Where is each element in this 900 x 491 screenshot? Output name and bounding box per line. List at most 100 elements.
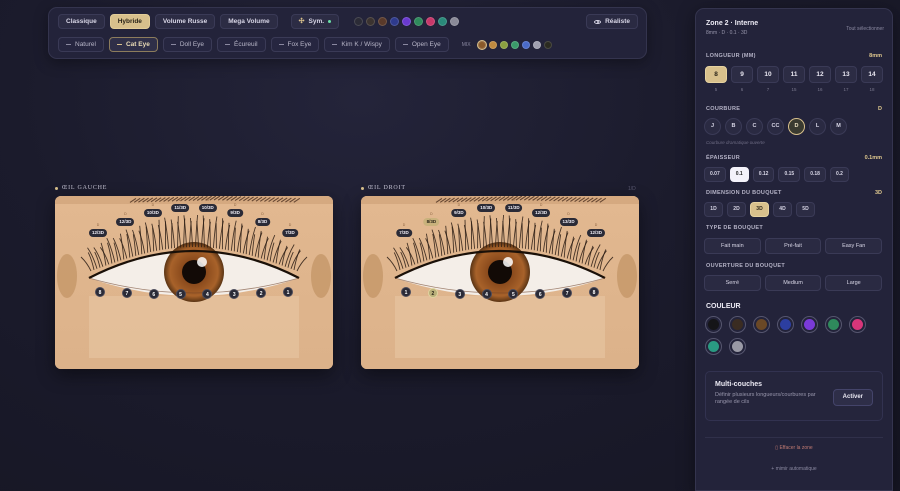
zone-marker-7[interactable]: 7 <box>121 287 132 298</box>
curl-option-m[interactable]: M <box>830 118 847 135</box>
erase-zone-button[interactable]: ▯ Effacer la zone <box>696 445 892 451</box>
lash-zone-tag[interactable]: 12/3D <box>88 229 108 237</box>
thickness-option[interactable]: 0.15 <box>778 167 801 182</box>
mix-color-swatch[interactable] <box>477 40 486 49</box>
color-swatch[interactable] <box>729 316 746 333</box>
length-option-9[interactable]: 9 <box>731 66 753 83</box>
color-swatch[interactable] <box>849 316 866 333</box>
style-color-swatch[interactable] <box>438 17 448 26</box>
length-option-12[interactable]: 12 <box>809 66 831 83</box>
thickness-option[interactable]: 0.1 <box>729 167 749 182</box>
dimension-option-4d[interactable]: 4D <box>773 202 792 217</box>
bouquet-opening-option[interactable]: Medium <box>764 275 822 291</box>
length-option-13[interactable]: 13 <box>835 66 857 83</box>
color-swatch[interactable] <box>777 316 794 333</box>
mix-color-swatch[interactable] <box>499 40 508 49</box>
lash-zone-tag[interactable]: 12/3D <box>586 229 606 237</box>
lash-zone-tag[interactable]: 11/3D <box>171 203 190 212</box>
style-color-swatch[interactable] <box>414 17 424 26</box>
lash-zone-tag[interactable]: 7/3D <box>282 229 298 237</box>
length-sub-option[interactable]: 16 <box>809 87 831 92</box>
zone-marker-5[interactable]: 5 <box>508 288 519 299</box>
dimension-option-3d[interactable]: 3D <box>750 202 769 217</box>
lash-zone-tag[interactable]: 11/3D <box>504 203 523 212</box>
lash-zone-tag[interactable]: 9/3D <box>451 208 467 217</box>
bouquet-opening-option[interactable]: Large <box>825 275 883 291</box>
lash-zone-tag[interactable]: 7/3D <box>396 229 412 237</box>
length-sub-option[interactable]: 7 <box>757 87 779 92</box>
select-all-link[interactable]: Tout sélectionner <box>846 26 884 32</box>
thickness-option[interactable]: 0.2 <box>829 167 849 182</box>
bouquet-type-option[interactable]: Pré-fait <box>764 238 822 254</box>
curl-option-j[interactable]: J <box>704 118 721 135</box>
style-color-swatch[interactable] <box>390 17 400 26</box>
length-sub-option[interactable]: 15 <box>783 87 805 92</box>
dimension-option-1d[interactable]: 1D <box>704 202 723 217</box>
style-color-swatch[interactable] <box>450 17 460 26</box>
zone-marker-8[interactable]: 8 <box>95 287 105 297</box>
shape-naturel-button[interactable]: Naturel <box>58 37 104 52</box>
zone-marker-1[interactable]: 1 <box>401 287 411 297</box>
zone-marker-4[interactable]: 4 <box>202 288 213 299</box>
dimension-option-2d[interactable]: 2D <box>727 202 746 217</box>
length-sub-option[interactable]: 6 <box>731 87 753 92</box>
lash-zone-tag[interactable]: 13/3D <box>559 217 578 226</box>
lash-zone-tag[interactable]: 9/3D <box>227 208 243 217</box>
zone-marker-3[interactable]: 3 <box>229 288 240 299</box>
length-sub-option[interactable]: 18 <box>861 87 883 92</box>
lash-zone-tag[interactable]: 10/3D <box>198 203 217 212</box>
realiste-toggle[interactable]: Réaliste <box>586 14 638 29</box>
zone-marker-6[interactable]: 6 <box>148 288 159 299</box>
curl-option-l[interactable]: L <box>809 118 826 135</box>
mix-color-swatch[interactable] <box>532 40 541 49</box>
lash-zone-tag[interactable]: 12/3D <box>532 208 551 217</box>
lash-zone-tag[interactable]: 12/3D <box>116 217 135 226</box>
dimension-option-5d[interactable]: 5D <box>796 202 815 217</box>
style-hybride-button[interactable]: Hybride <box>109 14 150 29</box>
length-sub-option[interactable]: 17 <box>835 87 857 92</box>
lash-zone-tag[interactable]: 10/3D <box>477 203 496 212</box>
shape-open-eye-button[interactable]: Open Eye <box>394 37 449 52</box>
style-volume-russe-button[interactable]: Volume Russe <box>154 14 216 29</box>
length-sub-option[interactable]: 5 <box>705 87 727 92</box>
style-classique-button[interactable]: Classique <box>58 14 105 29</box>
curl-option-cc[interactable]: CC <box>767 118 784 135</box>
color-swatch[interactable] <box>705 316 722 333</box>
mix-color-swatch[interactable] <box>488 40 497 49</box>
bouquet-type-option[interactable]: Fait main <box>704 238 761 254</box>
color-swatch[interactable] <box>729 338 746 355</box>
color-swatch[interactable] <box>753 316 770 333</box>
color-swatch[interactable] <box>825 316 842 333</box>
zone-marker-3[interactable]: 3 <box>454 288 465 299</box>
length-option-11[interactable]: 11 <box>783 66 805 83</box>
shape-ecureuil-button[interactable]: Écureuil <box>217 37 266 52</box>
shape-fox-eye-button[interactable]: Fox Eye <box>270 37 320 52</box>
right-eye-canvas[interactable]: D 7/3D D 8/3D D 9/3D D 10/3D D 11/3D D 12/3D D 13/3D D… <box>361 196 639 369</box>
mix-color-swatch[interactable] <box>521 40 530 49</box>
zone-marker-8[interactable]: 8 <box>589 287 599 297</box>
shape-kim-k-wispy-button[interactable]: Kim K / Wispy <box>324 37 390 52</box>
color-swatch[interactable] <box>705 338 722 355</box>
length-option-10[interactable]: 10 <box>757 66 779 83</box>
curl-option-d[interactable]: D <box>788 118 805 135</box>
shape-cat-eye-button[interactable]: Cat Eye <box>108 37 158 52</box>
curl-option-c[interactable]: C <box>746 118 763 135</box>
style-color-swatch[interactable] <box>366 17 376 26</box>
left-eye-canvas[interactable]: D 12/3D D 12/3D D 10/3D D 11/3D D 10/3D D 9/3D D 8/3D… <box>55 196 333 369</box>
style-mega-volume-button[interactable]: Mega Volume <box>220 14 278 29</box>
zone-marker-2[interactable]: 2 <box>256 287 267 298</box>
lash-zone-tag[interactable]: 8/3D <box>254 217 271 226</box>
length-option-14[interactable]: 14 <box>861 66 883 83</box>
zone-marker-5[interactable]: 5 <box>175 288 186 299</box>
curl-option-b[interactable]: B <box>725 118 742 135</box>
zone-marker-4[interactable]: 4 <box>481 288 492 299</box>
zone-marker-1[interactable]: 1 <box>283 287 293 297</box>
bouquet-opening-option[interactable]: Serré <box>704 275 761 291</box>
symmetry-toggle[interactable]: ✣ Sym. <box>290 14 340 29</box>
bouquet-type-option[interactable]: Easy Fan <box>825 238 883 254</box>
thickness-option[interactable]: 0.18 <box>804 167 826 182</box>
zone-marker-6[interactable]: 6 <box>535 288 546 299</box>
style-color-swatch[interactable] <box>378 17 388 26</box>
thickness-option[interactable]: 0.07 <box>704 167 726 182</box>
style-color-swatch[interactable] <box>402 17 412 26</box>
